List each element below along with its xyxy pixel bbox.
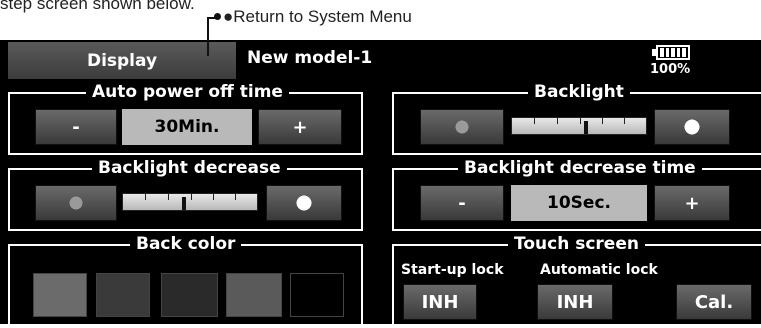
callout-dot xyxy=(214,13,221,20)
display-tab-label: Display xyxy=(86,50,158,71)
auto-power-off-minus-button[interactable]: - xyxy=(35,109,117,145)
backlight-decrease-title: Backlight decrease xyxy=(92,158,287,178)
back-color-swatch-3[interactable] xyxy=(161,273,218,317)
backlight-decrease-time-value-text: 10Sec. xyxy=(547,193,611,213)
battery-percent: 100% xyxy=(650,62,691,77)
plus-label: + xyxy=(684,192,700,214)
display-tab-button[interactable]: Display xyxy=(8,42,236,79)
backlight-up-button[interactable] xyxy=(654,109,730,145)
bright-sun-icon xyxy=(679,114,705,140)
callout-line-overlay xyxy=(207,40,209,56)
back-color-swatch-4[interactable] xyxy=(226,273,282,317)
backlight-decrease-down-button[interactable] xyxy=(35,185,117,221)
touch-screen-title: Touch screen xyxy=(508,234,645,254)
top-caption: step screen shown below. xyxy=(0,0,195,13)
backlight-decrease-slider[interactable] xyxy=(122,193,258,211)
backlight-decrease-time-plus-button[interactable]: + xyxy=(654,185,730,221)
backlight-down-button[interactable] xyxy=(420,109,504,145)
backlight-decrease-slider-thumb[interactable] xyxy=(182,197,186,210)
auto-power-off-plus-button[interactable]: + xyxy=(258,109,342,145)
backlight-decrease-up-button[interactable] xyxy=(266,185,342,221)
model-name: New model-1 xyxy=(247,48,373,68)
back-color-swatch-2[interactable] xyxy=(96,273,150,317)
minus-label: - xyxy=(458,192,466,214)
plus-label: + xyxy=(292,116,308,138)
return-to-system-menu-annotation: ●Return to System Menu xyxy=(223,7,412,26)
dim-sun-icon xyxy=(452,117,472,137)
calibrate-label: Cal. xyxy=(694,291,734,313)
auto-power-off-title: Auto power off time xyxy=(86,82,289,102)
calibrate-button[interactable]: Cal. xyxy=(676,284,752,320)
bright-sun-icon xyxy=(291,190,317,216)
auto-power-off-value-text: 30Min. xyxy=(154,117,220,137)
battery-icon xyxy=(656,45,690,60)
startup-lock-label: Start-up lock xyxy=(401,262,504,278)
automatic-lock-button[interactable]: INH xyxy=(537,284,613,320)
backlight-decrease-time-value[interactable]: 10Sec. xyxy=(511,185,647,221)
back-color-swatch-5[interactable] xyxy=(290,273,344,317)
back-color-title: Back color xyxy=(130,234,242,254)
back-color-swatch-1[interactable] xyxy=(33,273,87,317)
minus-label: - xyxy=(72,116,80,138)
backlight-title: Backlight xyxy=(528,82,630,102)
automatic-lock-label: Automatic lock xyxy=(540,262,658,278)
automatic-lock-value: INH xyxy=(556,291,594,313)
backlight-slider-thumb[interactable] xyxy=(584,121,588,134)
backlight-decrease-time-title: Backlight decrease time xyxy=(458,158,702,178)
startup-lock-value: INH xyxy=(421,291,459,313)
auto-power-off-value[interactable]: 30Min. xyxy=(122,109,252,145)
dim-sun-icon xyxy=(66,193,86,213)
backlight-decrease-time-minus-button[interactable]: - xyxy=(420,185,504,221)
startup-lock-button[interactable]: INH xyxy=(403,284,477,320)
backlight-slider[interactable] xyxy=(511,117,647,135)
